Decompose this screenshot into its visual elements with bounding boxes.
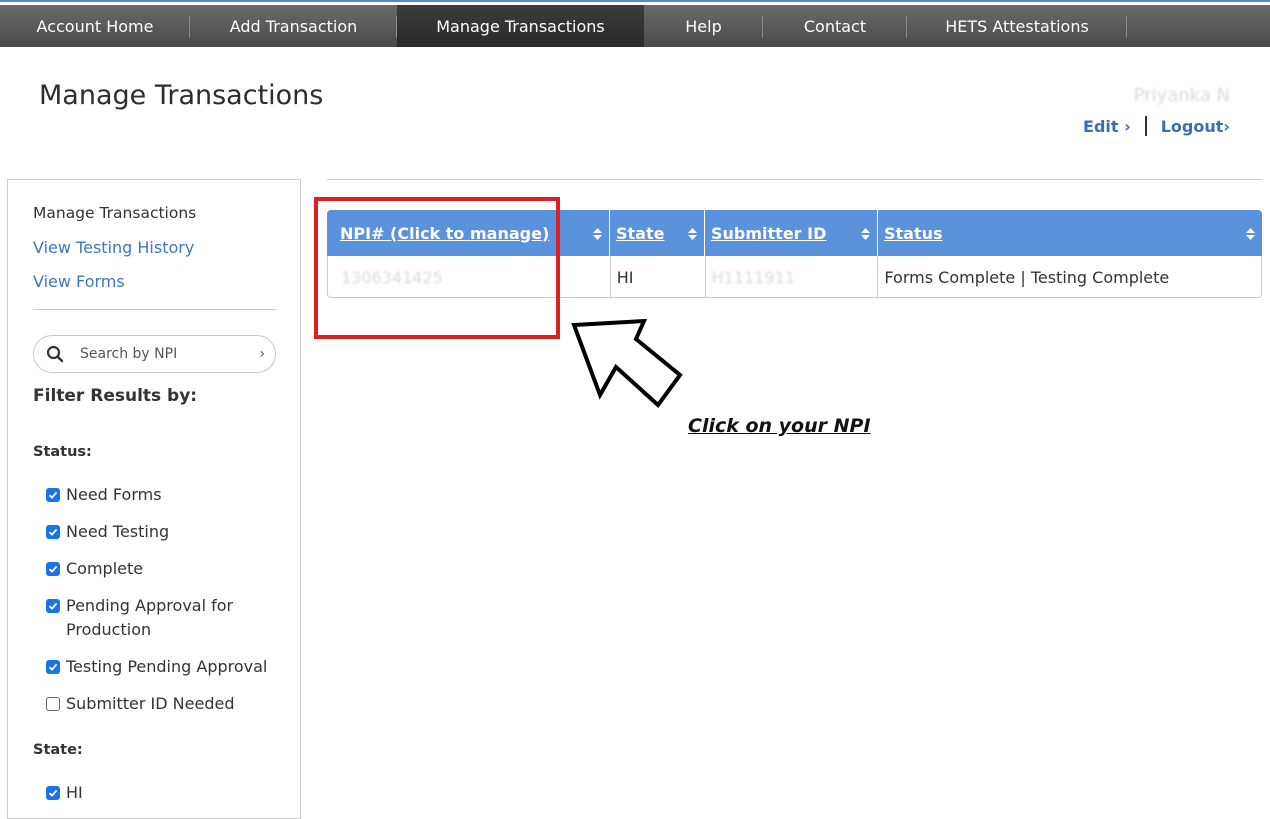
sort-icon[interactable] [688,228,697,240]
column-header-submitter-id[interactable]: Submitter ID [704,210,877,256]
column-header-label: Submitter ID [711,223,827,243]
column-header-label: Status [884,223,943,243]
nav-hets-attestations[interactable]: HETS Attestations [907,5,1127,47]
status-filter-label: Status: [33,444,92,460]
column-header-label: State [616,223,665,243]
checkbox-checked-icon[interactable] [46,488,60,502]
filter-need-testing[interactable]: Need Testing [46,522,276,544]
checkbox-checked-icon[interactable] [46,525,60,539]
nav-add-transaction[interactable]: Add Transaction [190,5,397,47]
checkbox-label: Need Testing [66,522,170,541]
top-nav: Account Home Add Transaction Manage Tran… [0,5,1270,47]
checkbox-label: Need Forms [66,485,162,504]
nav-contact[interactable]: Contact [763,5,907,47]
filter-testing-pending-approval[interactable]: Testing Pending Approval [46,657,276,679]
submitter-id-cell: H1111911 [704,256,878,298]
pointer-arrow-icon [571,318,683,408]
filter-pending-approval-production[interactable]: Pending Approval for Production [46,596,271,642]
checkbox-label: Pending Approval for Production [66,596,234,639]
checkbox-checked-icon[interactable] [46,660,60,674]
top-accent-line [0,0,1270,4]
npi-highlight-box [314,197,560,339]
search-by-npi-input[interactable]: Search by NPI › [33,335,276,373]
column-header-state[interactable]: State [609,210,704,256]
submitter-id-value: H1111911 [711,267,795,287]
column-header-status[interactable]: Status [877,210,1262,256]
filter-need-forms[interactable]: Need Forms [46,485,276,507]
chevron-right-icon[interactable]: › [259,346,265,362]
checkbox-checked-icon[interactable] [46,786,60,800]
filter-results-title: Filter Results by: [33,386,198,406]
edit-link[interactable]: Edit › [1083,117,1131,136]
checkbox-label: HI [66,783,83,802]
sidebar-title: Manage Transactions [33,204,197,222]
state-cell: HI [609,256,705,298]
view-testing-history-link[interactable]: View Testing History [33,238,194,257]
sidebar: Manage Transactions View Testing History… [7,179,301,819]
logout-link[interactable]: Logout› [1161,117,1230,136]
nav-account-home[interactable]: Account Home [0,5,190,47]
filter-state-hi[interactable]: HI [46,783,276,805]
search-icon [46,345,64,363]
user-name: Priyanka N [1133,85,1230,106]
checkbox-unchecked-icon[interactable] [46,697,60,711]
state-filter-label: State: [33,742,83,758]
filter-complete[interactable]: Complete [46,559,276,581]
nav-manage-transactions[interactable]: Manage Transactions [397,5,644,47]
status-cell: Forms Complete | Testing Complete [877,256,1261,298]
content-divider [327,179,1262,180]
nav-help[interactable]: Help [644,5,763,47]
filter-submitter-id-needed[interactable]: Submitter ID Needed [46,694,276,716]
checkbox-label: Complete [66,559,144,578]
user-links: Edit › Logout› [1083,116,1230,136]
checkbox-checked-icon[interactable] [46,562,60,576]
sort-icon[interactable] [593,228,602,240]
instruction-text: Click on your NPI [688,415,871,437]
page-title: Manage Transactions [39,80,324,111]
checkbox-checked-icon[interactable] [46,599,60,613]
checkbox-label: Testing Pending Approval [66,657,268,676]
sort-icon[interactable] [1246,228,1255,240]
sidebar-divider [33,309,276,310]
checkbox-label: Submitter ID Needed [66,694,235,713]
link-divider [1144,116,1147,136]
view-forms-link[interactable]: View Forms [33,272,125,291]
sort-icon[interactable] [861,228,870,240]
search-placeholder: Search by NPI [80,346,178,362]
